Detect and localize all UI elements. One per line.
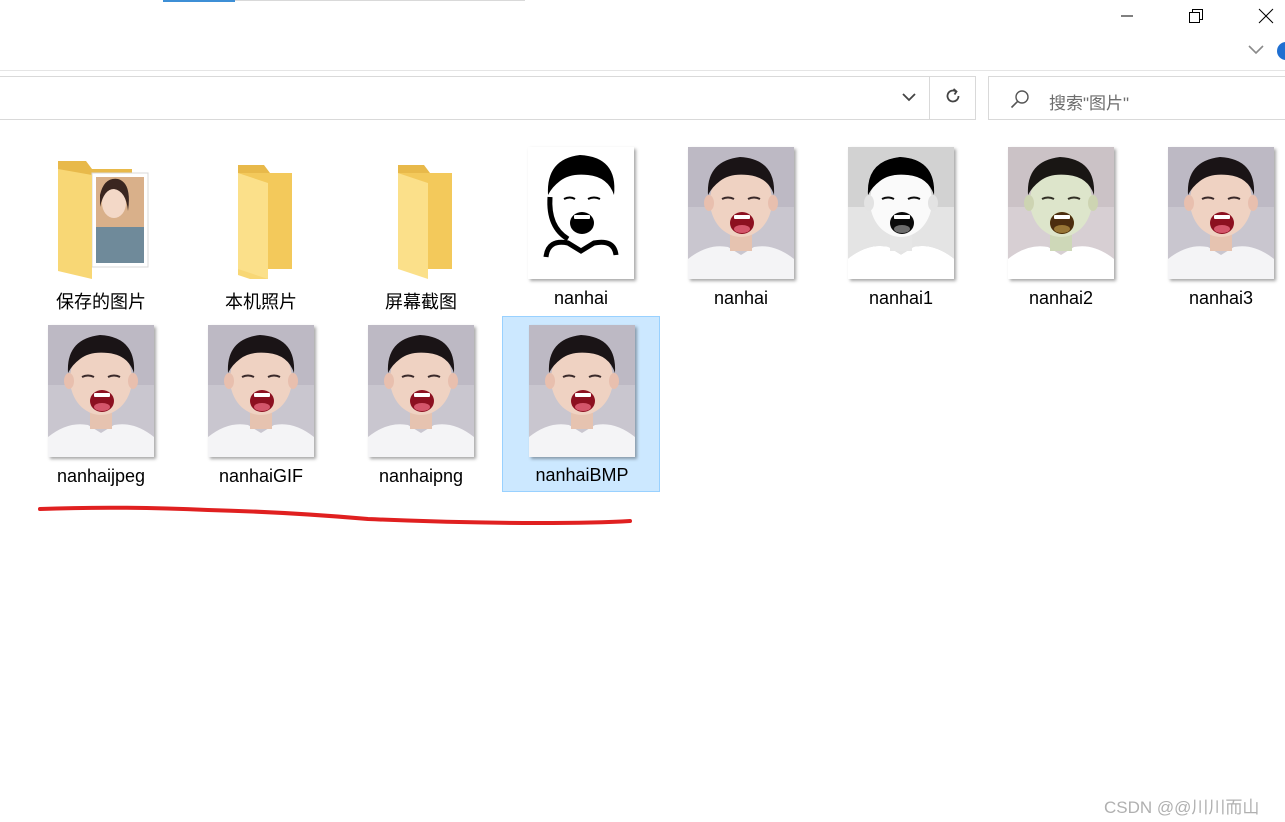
folder-saved-pictures[interactable]: 保存的图片 <box>22 139 180 315</box>
address-bar[interactable] <box>0 76 930 120</box>
item-label: nanhai <box>713 288 769 308</box>
folder-screenshots[interactable]: 屏幕截图 <box>342 139 500 315</box>
image-thumbnail <box>662 139 820 279</box>
folder-icon <box>22 139 180 279</box>
search-box[interactable]: 搜索"图片" <box>988 76 1285 120</box>
item-label: 本机照片 <box>225 292 297 312</box>
image-thumbnail <box>1142 139 1285 279</box>
chevron-down-icon <box>1247 42 1265 60</box>
red-underline-annotation <box>38 505 632 526</box>
restore-button[interactable] <box>1173 0 1219 32</box>
image-thumbnail <box>503 317 661 457</box>
file-nanhai3[interactable]: nanhai3 <box>1142 139 1285 315</box>
file-nanhaijpeg[interactable]: nanhaijpeg <box>22 317 180 493</box>
watermark: CSDN @@川川而山 <box>1104 798 1260 817</box>
image-thumbnail <box>502 139 660 279</box>
search-icon <box>1009 88 1031 110</box>
item-label: nanhaiGIF <box>218 466 304 486</box>
minimize-button[interactable] <box>1104 0 1150 32</box>
image-thumbnail <box>342 317 500 457</box>
file-nanhai1[interactable]: nanhai1 <box>822 139 980 315</box>
close-icon <box>1258 8 1274 24</box>
image-thumbnail <box>22 317 180 457</box>
item-label: nanhai2 <box>1028 288 1094 308</box>
item-label: nanhai3 <box>1188 288 1254 308</box>
search-placeholder: 搜索"图片" <box>1049 94 1130 113</box>
file-nanhaibmp[interactable]: nanhaiBMP <box>502 316 660 492</box>
tab-divider <box>235 0 525 1</box>
file-nanhai2[interactable]: nanhai2 <box>982 139 1140 315</box>
active-tab-indicator <box>163 0 235 2</box>
file-nanhai-bw[interactable]: nanhai <box>502 139 660 315</box>
item-label: nanhaipng <box>378 466 464 486</box>
restore-icon <box>1188 8 1204 24</box>
folder-icon <box>182 139 340 279</box>
image-thumbnail <box>182 317 340 457</box>
minimize-icon <box>1120 9 1134 23</box>
image-thumbnail <box>982 139 1140 279</box>
help-icon[interactable] <box>1277 42 1285 60</box>
file-nanhai[interactable]: nanhai <box>662 139 820 315</box>
item-label: nanhai1 <box>868 288 934 308</box>
file-nanhaipng[interactable]: nanhaipng <box>342 317 500 493</box>
file-nanhaigif[interactable]: nanhaiGIF <box>182 317 340 493</box>
image-thumbnail <box>822 139 980 279</box>
expand-ribbon-button[interactable] <box>1243 38 1269 64</box>
refresh-icon <box>943 86 963 111</box>
close-button[interactable] <box>1243 0 1285 32</box>
item-label: nanhaiBMP <box>535 465 629 485</box>
folder-camera-roll[interactable]: 本机照片 <box>182 139 340 315</box>
chevron-down-icon <box>901 89 917 107</box>
item-label: 屏幕截图 <box>385 292 457 312</box>
item-label: nanhai <box>553 288 609 308</box>
item-label: nanhaijpeg <box>56 466 146 486</box>
title-bar <box>0 0 1285 70</box>
item-label: 保存的图片 <box>56 292 146 312</box>
refresh-button[interactable] <box>930 76 976 120</box>
address-history-button[interactable] <box>889 77 929 119</box>
ribbon-separator <box>0 70 1285 71</box>
folder-icon <box>342 139 500 279</box>
